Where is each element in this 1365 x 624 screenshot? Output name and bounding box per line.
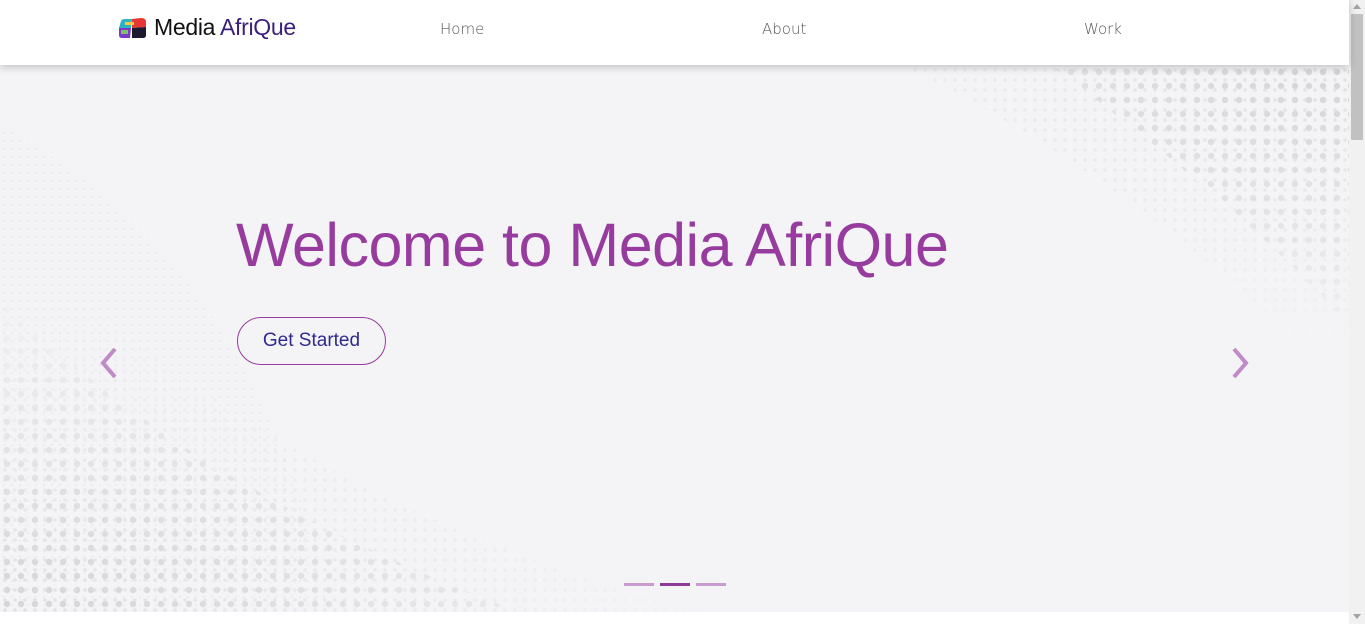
carousel-indicator-1[interactable] [624, 583, 654, 586]
page-content-edge [0, 612, 1349, 624]
carousel-prev-button[interactable] [97, 343, 121, 383]
scroll-down-arrow-icon[interactable] [1353, 614, 1361, 620]
carousel-indicator-2[interactable] [660, 583, 690, 586]
scroll-up-arrow-icon[interactable] [1353, 3, 1361, 9]
brand-logo-link[interactable]: Media AfriQue [117, 14, 296, 41]
hero-carousel: Welcome to Media AfriQue Get Started [0, 65, 1349, 612]
hero-title: Welcome to Media AfriQue [236, 211, 949, 279]
brand-prefix: Media [154, 14, 216, 40]
carousel-indicators [624, 583, 726, 586]
chevron-left-icon [100, 347, 117, 379]
chevron-right-icon [1232, 347, 1249, 379]
carousel-next-button[interactable] [1228, 343, 1252, 383]
carousel-indicator-3[interactable] [696, 583, 726, 586]
nav-link-about[interactable]: About [762, 20, 806, 38]
scrollbar-thumb[interactable] [1351, 14, 1363, 140]
dotted-wave-background [0, 65, 1349, 612]
brand-accent: AfriQue [219, 14, 296, 40]
page-scrollbar[interactable] [1349, 0, 1365, 624]
nav-link-work[interactable]: Work [1084, 20, 1122, 38]
media-afrique-logo-icon [119, 17, 146, 38]
nav-link-home[interactable]: Home [440, 20, 484, 38]
brand-name: Media AfriQue [154, 14, 296, 41]
top-navbar: Media AfriQue Home About Work [0, 0, 1349, 65]
get-started-button[interactable]: Get Started [237, 317, 386, 365]
